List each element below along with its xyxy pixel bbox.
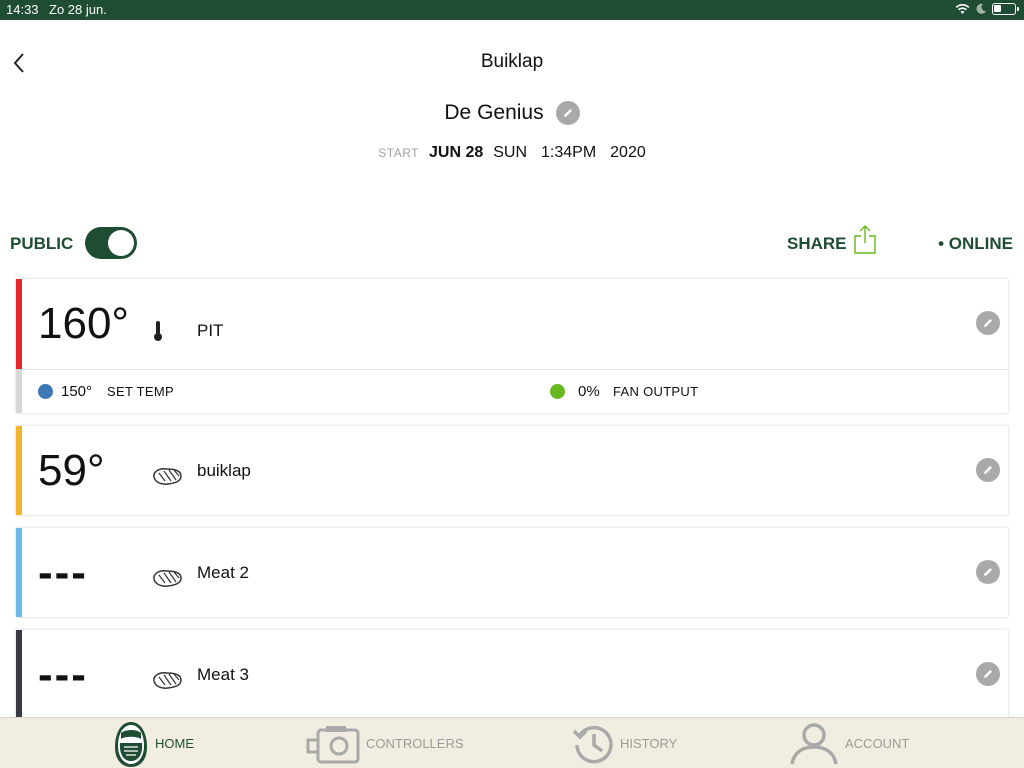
pencil-icon: [984, 466, 992, 474]
steak-icon: [153, 672, 182, 689]
probe-temperature: ---: [38, 650, 88, 699]
history-icon: [572, 725, 613, 763]
start-info: START JUN 28 SUN 1:34PM 2020: [0, 144, 1024, 162]
share-icon: [853, 225, 876, 254]
tab-history-label: HISTORY: [620, 736, 678, 751]
probe-card-pit[interactable]: 160° PIT 150° SET TEMP 0% FAN OUTPUT: [16, 279, 1008, 413]
probe-color-bar: [16, 528, 22, 617]
probe-card-meat-3[interactable]: --- Meat 3: [16, 630, 1008, 719]
tab-controllers[interactable]: CONTROLLERS: [306, 718, 464, 768]
tab-controllers-label: CONTROLLERS: [366, 736, 464, 751]
edit-probe-button[interactable]: [976, 662, 1000, 686]
moon-icon: [976, 3, 986, 14]
probe-name: Meat 2: [197, 563, 249, 582]
edit-probe-button[interactable]: [976, 560, 1000, 584]
probe-color-bar: [16, 279, 22, 369]
public-label: PUBLIC: [10, 234, 74, 253]
tab-home-label: HOME: [155, 736, 194, 751]
edit-cook-name-button[interactable]: [555, 101, 580, 125]
tab-account-label: ACCOUNT: [845, 736, 910, 751]
probe-card-buiklap[interactable]: 59° buiklap: [16, 426, 1008, 515]
egg-logo-icon: [115, 721, 147, 767]
probe-temperature: 160°: [38, 299, 130, 348]
start-label: START: [378, 146, 419, 160]
fan-output-dot: [550, 384, 565, 399]
probe-temperature: 59°: [38, 446, 105, 495]
fan-output-label: FAN OUTPUT: [613, 384, 699, 399]
tab-account[interactable]: ACCOUNT: [789, 718, 909, 768]
probe-name: buiklap: [197, 461, 251, 480]
probe-temperature: ---: [38, 548, 88, 597]
set-temp-value: 150°: [61, 383, 93, 400]
share-label: SHARE: [787, 234, 847, 253]
page-title: Buiklap: [480, 51, 544, 72]
start-time: 1:34PM: [541, 144, 597, 161]
probe-name: PIT: [197, 321, 224, 340]
set-temp-dot: [38, 384, 53, 399]
controller-icon: [306, 725, 360, 763]
probe-color-bar: [16, 426, 22, 515]
pencil-icon: [984, 568, 992, 576]
pencil-icon: [563, 109, 572, 117]
start-year: 2020: [610, 144, 646, 161]
tab-home[interactable]: HOME: [113, 718, 194, 768]
online-status: • ONLINE: [938, 234, 1013, 253]
edit-probe-button[interactable]: [976, 311, 1000, 335]
thermometer-icon: [154, 321, 162, 341]
cook-name-row: De Genius: [0, 101, 1024, 125]
toggle-knob: [108, 230, 134, 256]
wifi-icon: [955, 4, 970, 14]
steak-icon: [153, 570, 182, 587]
status-bar: 14:33 Zo 28 jun.: [0, 0, 1024, 20]
battery-icon: [992, 3, 1019, 15]
steak-icon: [153, 468, 182, 485]
probe-card-meat-2[interactable]: --- Meat 2: [16, 528, 1008, 617]
tab-history[interactable]: HISTORY: [572, 718, 677, 768]
fan-output-value: 0%: [578, 383, 600, 400]
start-date: JUN 28: [428, 144, 484, 161]
pencil-icon: [984, 319, 992, 327]
cook-name: De Genius: [444, 101, 544, 124]
public-toggle[interactable]: [85, 227, 137, 259]
account-icon: [790, 722, 838, 764]
probe-name: Meat 3: [197, 665, 249, 684]
probe-color-bar: [16, 630, 22, 719]
pit-settings-row: 150° SET TEMP 0% FAN OUTPUT: [22, 369, 1008, 413]
pencil-icon: [984, 670, 992, 678]
share-button[interactable]: SHARE: [787, 224, 877, 254]
tab-bar: HOME CONTROLLERS HISTORY ACCOUNT: [0, 717, 1024, 768]
edit-probe-button[interactable]: [976, 458, 1000, 482]
start-day: SUN: [493, 144, 528, 161]
status-date: Zo 28 jun.: [49, 2, 107, 17]
status-time: 14:33: [6, 2, 39, 17]
set-temp-label: SET TEMP: [107, 384, 174, 399]
